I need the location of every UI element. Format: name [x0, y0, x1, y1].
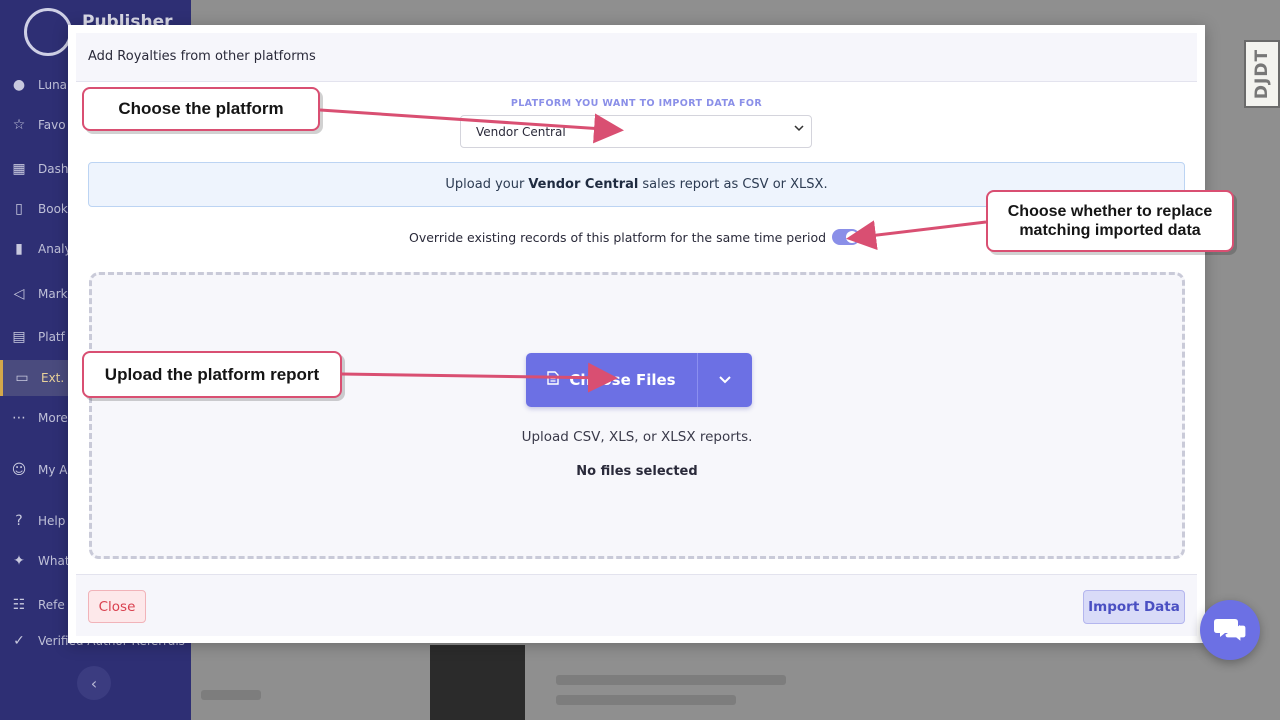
backdrop-line: [556, 675, 786, 685]
chevron-down-icon: [719, 376, 731, 384]
more-icon: ⋯: [12, 410, 26, 426]
callout-choose-platform: Choose the platform: [82, 87, 320, 131]
watermark-text: DJDT: [1252, 48, 1272, 100]
choose-files-label: Choose Files: [569, 371, 676, 389]
book-icon: ▯: [15, 201, 23, 217]
analytics-icon: ▮: [15, 241, 23, 257]
backdrop-book-cover: [430, 645, 525, 720]
chevron-down-icon: [793, 122, 805, 137]
import-data-button[interactable]: Import Data: [1083, 590, 1185, 624]
backdrop-line: [556, 695, 736, 705]
modal-header: Add Royalties from other platforms: [76, 33, 1197, 82]
platform-select[interactable]: Vendor Central: [460, 115, 812, 148]
user-gear-icon: ☺: [11, 462, 27, 478]
dashboard-icon: ▦: [12, 161, 26, 177]
platform-icon: ▤: [12, 329, 26, 345]
modal-title: Add Royalties from other platforms: [88, 49, 316, 64]
modal-footer: Close Import Data: [76, 574, 1197, 636]
override-row: Override existing records of this platfo…: [409, 229, 861, 245]
sparkle-icon: ✦: [13, 553, 25, 569]
info-prefix: Upload your: [445, 177, 525, 192]
callout-upload-report: Upload the platform report: [82, 351, 342, 398]
info-platform: Vendor Central: [528, 177, 639, 192]
file-icon: [547, 371, 560, 389]
wallet-icon: ▭: [15, 370, 29, 386]
choose-files-button-group: Choose Files: [526, 353, 752, 407]
file-dropzone[interactable]: Choose Files Upload CSV, XLS, or XLSX re…: [89, 272, 1185, 559]
info-suffix: sales report as CSV or XLSX.: [642, 177, 828, 192]
megaphone-icon: ◁: [13, 286, 25, 302]
collapse-sidebar-button[interactable]: ‹: [77, 666, 111, 700]
check-circle-icon: ✓: [13, 633, 25, 649]
override-toggle[interactable]: [832, 229, 861, 245]
choose-files-button[interactable]: Choose Files: [526, 353, 698, 407]
dropzone-status: No files selected: [576, 464, 698, 479]
chat-icon: [1214, 619, 1247, 644]
help-icon: ?: [15, 513, 23, 529]
choose-files-dropdown-toggle[interactable]: [698, 353, 752, 407]
users-icon: ☷: [12, 597, 26, 613]
dropzone-hint: Upload CSV, XLS, or XLSX reports.: [521, 429, 753, 445]
platform-select-value: Vendor Central: [476, 124, 566, 139]
callout-replace-data: Choose whether to replace matching impor…: [986, 190, 1234, 252]
chevron-left-icon: ‹: [90, 673, 98, 693]
close-button[interactable]: Close: [88, 590, 146, 623]
override-label: Override existing records of this platfo…: [409, 229, 827, 245]
toggle-knob: [846, 231, 859, 243]
avatar-icon: ●: [12, 77, 26, 93]
star-icon: ☆: [12, 117, 26, 133]
brand-logo: [24, 8, 72, 56]
backdrop-line: [201, 690, 261, 700]
chat-button[interactable]: [1200, 600, 1260, 660]
watermark-logo: DJDT: [1244, 40, 1280, 108]
